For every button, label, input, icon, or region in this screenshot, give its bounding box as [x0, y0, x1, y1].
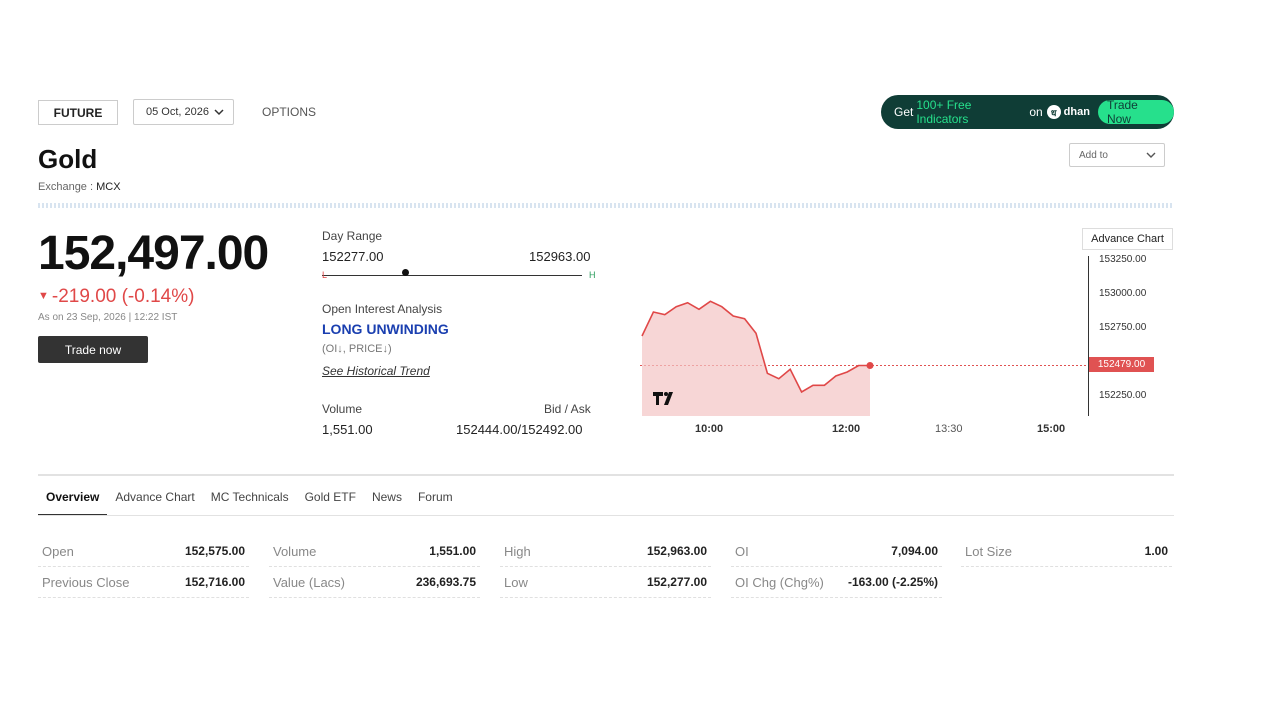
- x-tick-label: 10:00: [695, 423, 724, 435]
- day-range-l-label: L: [322, 270, 328, 280]
- x-tick-label: 12:00: [832, 423, 861, 435]
- section-tabs: Overview Advance Chart MC Technicals Gol…: [38, 490, 461, 516]
- stat-value-lacs: Value (Lacs) 236,693.75: [269, 567, 480, 598]
- as-of-timestamp: As on 23 Sep, 2026 | 12:22 IST: [38, 312, 178, 323]
- last-price-badge: 152479.00: [1089, 357, 1154, 372]
- stat-value: 236,693.75: [415, 575, 476, 589]
- day-range-track: [322, 275, 582, 276]
- stat-value: 7,094.00: [891, 544, 938, 558]
- day-range-h-label: H: [589, 270, 596, 280]
- x-tick-label: 13:30: [935, 423, 963, 435]
- stat-value: -163.00 (-2.25%): [847, 575, 938, 589]
- y-axis-line: [1088, 256, 1089, 416]
- chevron-down-icon: [1146, 152, 1156, 158]
- stat-value: 152,277.00: [646, 575, 707, 589]
- add-to-select[interactable]: Add to: [1069, 143, 1165, 167]
- last-price: 152,497.00: [38, 227, 269, 280]
- promo-brand: dhan: [1063, 106, 1090, 118]
- price-chart: [640, 300, 1088, 416]
- expiry-value: 05 Oct, 2026: [146, 106, 209, 118]
- price-change-value: -219.00 (-0.14%): [51, 286, 195, 307]
- last-point: [866, 361, 874, 369]
- price-area: [642, 301, 870, 416]
- tab-mc-technicals[interactable]: MC Technicals: [203, 490, 297, 516]
- day-range-marker: [401, 269, 409, 276]
- stat-volume: Volume 1,551.00: [269, 536, 480, 567]
- stat-open: Open 152,575.00: [38, 536, 249, 567]
- promo-trade-now-button[interactable]: Trade Now: [1097, 98, 1174, 126]
- tab-gold-etf[interactable]: Gold ETF: [297, 490, 364, 516]
- tab-advance-chart[interactable]: Advance Chart: [107, 490, 202, 516]
- stat-label: Lot Size: [965, 543, 1012, 559]
- stat-lot-size: Lot Size 1.00: [961, 536, 1172, 567]
- dhan-logo-icon: ध: [1046, 105, 1061, 119]
- day-range-label: Day Range: [322, 229, 383, 243]
- trade-now-button[interactable]: Trade now: [38, 336, 148, 363]
- divider: [38, 203, 1174, 208]
- stat-value: 1,551.00: [429, 544, 476, 558]
- y-tick-label: 153250.00: [1099, 254, 1147, 265]
- historical-trend-link[interactable]: See Historical Trend: [322, 364, 430, 378]
- stat-label: Volume: [273, 543, 317, 559]
- promo-on: on: [1029, 105, 1043, 119]
- x-tick-label: 15:00: [1037, 423, 1066, 435]
- stat-label: Low: [504, 574, 528, 590]
- stat-low: Low 152,277.00: [500, 567, 711, 598]
- bid-ask-label: Bid / Ask: [544, 402, 591, 416]
- bid-ask-value: 152444.00/152492.00: [456, 422, 583, 437]
- stat-label: OI Chg (Chg%): [735, 574, 824, 590]
- promo-banner[interactable]: Get 100+ Free Indicators on ध dhan Trade…: [881, 95, 1174, 129]
- stat-label: Previous Close: [42, 574, 130, 590]
- instrument-title: Gold: [38, 144, 98, 174]
- expiry-select[interactable]: 05 Oct, 2026: [133, 99, 234, 125]
- promo-get: Get: [894, 105, 914, 119]
- y-tick-label: 152250.00: [1099, 390, 1147, 401]
- stat-value: 1.00: [1144, 544, 1168, 558]
- volume-label: Volume: [322, 402, 363, 416]
- stat-label: Open: [42, 543, 74, 559]
- tab-news[interactable]: News: [364, 490, 410, 516]
- tab-future[interactable]: FUTURE: [38, 100, 118, 125]
- add-to-label: Add to: [1079, 149, 1108, 161]
- day-range-low: 152277.00: [322, 249, 384, 264]
- advance-chart-button[interactable]: Advance Chart: [1082, 228, 1173, 250]
- tab-overview[interactable]: Overview: [38, 490, 108, 516]
- tab-forum[interactable]: Forum: [410, 490, 461, 516]
- volume-value: 1,551.00: [322, 422, 373, 437]
- stat-oi-change: OI Chg (Chg%) -163.00 (-2.25%): [731, 567, 942, 598]
- stat-value: 152,716.00: [184, 575, 245, 589]
- stat-oi: OI 7,094.00: [731, 536, 942, 567]
- stat-value: 152,575.00: [184, 544, 245, 558]
- exchange-info: Exchange : MCX: [38, 181, 121, 193]
- stat-high: High 152,963.00: [500, 536, 711, 567]
- oi-signal: LONG UNWINDING: [322, 321, 449, 337]
- divider: [38, 474, 1174, 476]
- exchange-label: Exchange :: [38, 181, 94, 193]
- oi-sub: (OI↓, PRICE↓): [322, 343, 392, 355]
- y-tick-label: 153000.00: [1099, 288, 1147, 299]
- down-triangle-icon: ▼: [38, 290, 49, 302]
- day-range-high: 152963.00: [529, 249, 591, 264]
- stat-label: High: [504, 543, 531, 559]
- exchange-value: MCX: [96, 181, 121, 193]
- stat-label: Value (Lacs): [273, 574, 346, 590]
- y-tick-label: 152750.00: [1099, 322, 1147, 333]
- promo-highlight: 100+ Free Indicators: [916, 98, 972, 126]
- stat-previous-close: Previous Close 152,716.00: [38, 567, 249, 598]
- tab-options[interactable]: OPTIONS: [262, 105, 316, 119]
- stat-label: OI: [735, 543, 749, 559]
- divider: [38, 515, 1174, 516]
- stat-value: 152,963.00: [646, 544, 707, 558]
- price-change: ▼ -219.00 (-0.14%): [38, 286, 194, 308]
- oi-analysis-label: Open Interest Analysis: [322, 302, 443, 316]
- chevron-down-icon: [214, 109, 224, 116]
